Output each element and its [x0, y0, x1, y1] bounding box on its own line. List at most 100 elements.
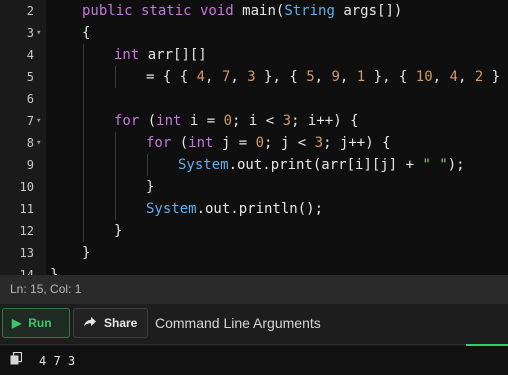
- keyword: for: [114, 113, 140, 129]
- play-icon: ▶: [12, 316, 22, 330]
- code-text: for (int j = 0; j < 3; j++) {: [146, 132, 391, 154]
- number: 3: [282, 113, 292, 129]
- code-token: = { {: [146, 69, 197, 85]
- code-token: main(: [242, 3, 285, 19]
- code-token: ,: [230, 69, 248, 85]
- string-literal: " ": [422, 157, 448, 173]
- cursor-position: Ln: 15, Col: 1: [10, 282, 82, 296]
- code-token: ; i++) {: [291, 113, 359, 129]
- code-token: arr[][]: [139, 47, 207, 63]
- number: 3: [247, 69, 256, 85]
- code-token: } };: [491, 69, 501, 85]
- code-text: int arr[][]: [114, 44, 207, 66]
- number: 0: [223, 113, 233, 129]
- program-output: 4 7 3: [39, 354, 76, 368]
- code-token: );: [447, 157, 465, 173]
- line-number: 12: [19, 224, 34, 238]
- share-arrow-icon: [83, 316, 97, 331]
- code-token: }, {: [365, 69, 416, 85]
- code-line: 7 ▾ for (int i = 0; i < 3; i++) {: [0, 110, 508, 132]
- command-line-arguments-toggle[interactable]: Command Line Arguments: [155, 315, 321, 331]
- code-text: for (int i = 0; i < 3; i++) {: [114, 110, 359, 132]
- code-text: }: [50, 267, 59, 275]
- code-line: 10 }: [0, 176, 508, 198]
- number: 4: [449, 69, 458, 85]
- panel-divider: [0, 344, 508, 345]
- line-number: 8: [26, 136, 34, 150]
- code-token: ,: [205, 69, 222, 85]
- run-label: Run: [28, 316, 52, 330]
- fold-indicator[interactable]: ▾: [36, 132, 44, 154]
- number: 9: [331, 69, 340, 85]
- line-number: 10: [19, 180, 34, 194]
- line-number: 6: [26, 92, 34, 106]
- code-line: 12 }: [0, 220, 508, 242]
- number: 5: [306, 69, 315, 85]
- code-token: ; i <: [232, 113, 283, 129]
- number: 10: [415, 69, 433, 85]
- code-token: ; j++) {: [323, 135, 391, 151]
- line-number: 7: [26, 114, 34, 128]
- code-line: 6: [0, 88, 508, 110]
- code-text: }: [146, 179, 155, 195]
- code-token: ,: [457, 69, 475, 85]
- code-text: System.out.print(arr[i][j] + " ");: [178, 154, 465, 176]
- code-line: 9 System.out.print(arr[i][j] + " ");: [0, 154, 508, 176]
- code-token: ; j <: [264, 135, 315, 151]
- number: 1: [356, 69, 366, 85]
- code-line: 8 ▾ for (int j = 0; j < 3; j++) {: [0, 132, 508, 154]
- code-token: ,: [432, 69, 450, 85]
- code-token: .out.println();: [196, 201, 324, 217]
- number: 0: [255, 135, 265, 151]
- share-button[interactable]: Share: [73, 308, 148, 338]
- code-token: j =: [213, 135, 256, 151]
- line-number: 13: [19, 246, 34, 260]
- code-editor[interactable]: 2 public static void main(String args[])…: [0, 0, 508, 275]
- code-line: 2 public static void main(String args[]): [0, 0, 508, 22]
- code-token: ,: [339, 69, 357, 85]
- code-line: 3 ▾ {: [0, 22, 508, 44]
- code-line: 5 = { { 4, 7, 3 }, { 5, 9, 1 }, { 10, 4,…: [0, 66, 508, 88]
- fold-indicator[interactable]: ▾: [36, 22, 44, 44]
- line-number: 2: [26, 4, 34, 18]
- keyword: public static void: [82, 3, 243, 19]
- number: 3: [314, 135, 324, 151]
- output-panel: 4 7 3: [0, 346, 508, 375]
- code-text: System.out.println();: [146, 198, 323, 220]
- code-text: = { { 4, 7, 3 }, { 5, 9, 1 }, { 10, 4, 2…: [146, 66, 508, 88]
- copy-icon[interactable]: [10, 350, 23, 365]
- code-token: (: [171, 135, 189, 151]
- line-number: 11: [19, 202, 34, 216]
- code-text: {: [82, 25, 91, 41]
- class-name: System: [146, 201, 197, 217]
- code-line: 11 System.out.println();: [0, 198, 508, 220]
- code-token: .out.print(arr[i][j] +: [228, 157, 423, 173]
- line-number: 3: [26, 26, 34, 40]
- number: 4: [196, 69, 206, 85]
- code-token: (: [139, 113, 157, 129]
- line-number: 4: [26, 48, 34, 62]
- code-line: 4 int arr[][]: [0, 44, 508, 66]
- code-line: 13 }: [0, 242, 508, 264]
- code-token: ,: [314, 69, 332, 85]
- line-number: 9: [26, 158, 34, 172]
- code-token: }, {: [255, 69, 307, 85]
- code-text: }: [82, 245, 91, 261]
- code-token: i =: [181, 113, 224, 129]
- code-line: 14 }: [0, 264, 508, 275]
- code-token: args[]): [334, 3, 403, 19]
- class-name: String: [284, 3, 335, 19]
- line-number: 5: [26, 70, 34, 84]
- keyword: int: [188, 135, 214, 151]
- share-label: Share: [104, 316, 138, 330]
- code-text: }: [114, 223, 123, 239]
- number: 2: [474, 69, 484, 85]
- fold-indicator[interactable]: ▾: [36, 110, 44, 132]
- keyword: int: [114, 47, 140, 63]
- editor-status-bar: Ln: 15, Col: 1: [0, 275, 508, 304]
- keyword: for: [146, 135, 172, 151]
- toolbar: ▶ Run Share Command Line Arguments: [0, 304, 508, 344]
- line-number: 14: [19, 268, 34, 275]
- run-button[interactable]: ▶ Run: [2, 308, 70, 338]
- keyword: int: [156, 113, 182, 129]
